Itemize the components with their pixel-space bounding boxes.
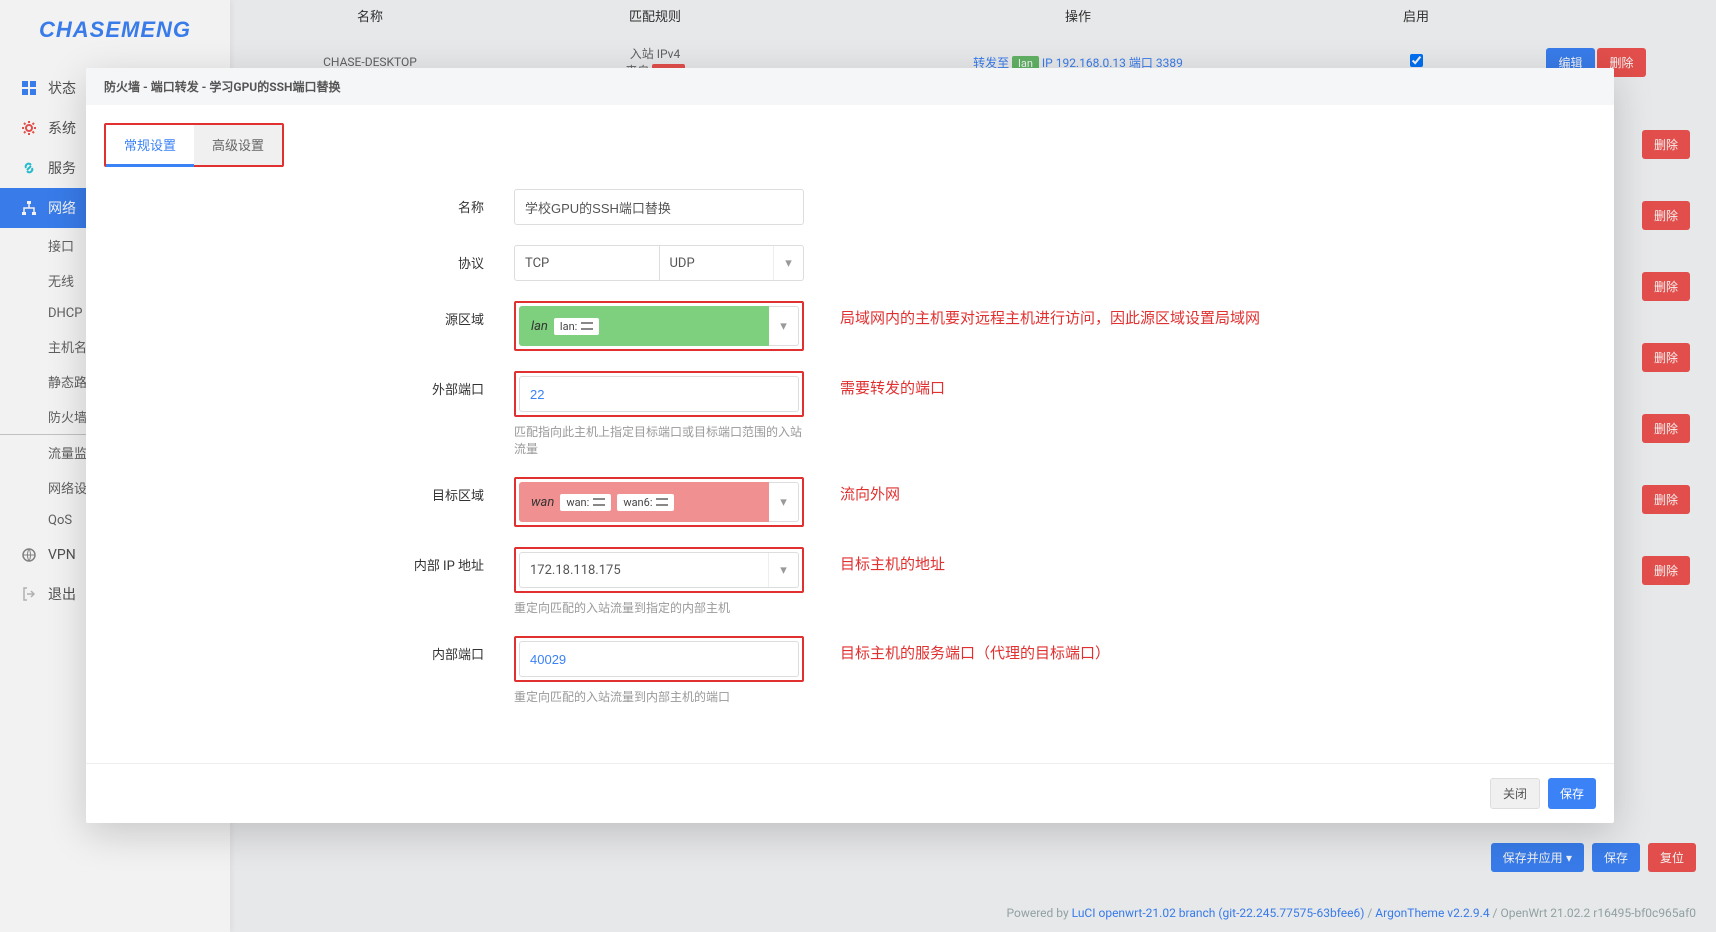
zone-chip-lan: lan: [554, 318, 599, 335]
zone-chip-wan: wan: [560, 494, 611, 511]
chevron-down-icon: ▾ [768, 553, 798, 587]
label-name: 名称 [104, 189, 514, 216]
chevron-down-icon[interactable]: ▾ [769, 482, 799, 522]
chevron-down-icon[interactable]: ▾ [769, 306, 799, 346]
protocol-tcp-select[interactable]: TCP [514, 245, 660, 281]
annotation-int-ip: 目标主机的地址 [804, 547, 945, 574]
swap-icon [593, 497, 605, 507]
int-port-input[interactable] [519, 641, 799, 677]
tab-general[interactable]: 常规设置 [106, 125, 194, 167]
modal-title: 防火墙 - 端口转发 - 学习GPU的SSH端口替换 [86, 68, 1614, 105]
label-int-ip: 内部 IP 地址 [104, 547, 514, 574]
chevron-down-icon: ▾ [773, 246, 803, 280]
int-ip-select[interactable]: 172.18.118.175 ▾ [519, 552, 799, 588]
label-ext-port: 外部端口 [104, 371, 514, 398]
annotation-dst-zone: 流向外网 [804, 477, 900, 504]
label-dst-zone: 目标区域 [104, 477, 514, 504]
swap-icon [656, 497, 668, 507]
annotation-int-port: 目标主机的服务端口（代理的目标端口） [804, 636, 1110, 663]
ext-port-input[interactable] [519, 376, 799, 412]
help-ext-port: 匹配指向此主机上指定目标端口或目标端口范围的入站流量 [514, 423, 804, 457]
label-protocol: 协议 [104, 245, 514, 272]
dst-zone-select[interactable]: wan wan: wan6: [519, 482, 769, 522]
src-zone-select[interactable]: lan lan: [519, 306, 769, 346]
annotation-ext-port: 需要转发的端口 [804, 371, 945, 398]
close-button[interactable]: 关闭 [1490, 778, 1540, 809]
modal-footer: 关闭 保存 [86, 763, 1614, 823]
zone-chip-wan6: wan6: [617, 494, 674, 511]
modal-tabs: 常规设置 高级设置 [104, 123, 284, 167]
swap-icon [581, 321, 593, 331]
save-button[interactable]: 保存 [1548, 778, 1596, 809]
name-input[interactable] [514, 189, 804, 225]
help-int-ip: 重定向匹配的入站流量到指定的内部主机 [514, 599, 804, 616]
annotation-src-zone: 局域网内的主机要对远程主机进行访问，因此源区域设置局域网 [804, 301, 1260, 328]
modal-dialog: 防火墙 - 端口转发 - 学习GPU的SSH端口替换 常规设置 高级设置 名称 … [86, 68, 1614, 823]
help-int-port: 重定向匹配的入站流量到内部主机的端口 [514, 688, 804, 705]
label-src-zone: 源区域 [104, 301, 514, 328]
label-int-port: 内部端口 [104, 636, 514, 663]
protocol-udp-select[interactable]: UDP▾ [660, 245, 805, 281]
tab-advanced[interactable]: 高级设置 [194, 125, 282, 165]
